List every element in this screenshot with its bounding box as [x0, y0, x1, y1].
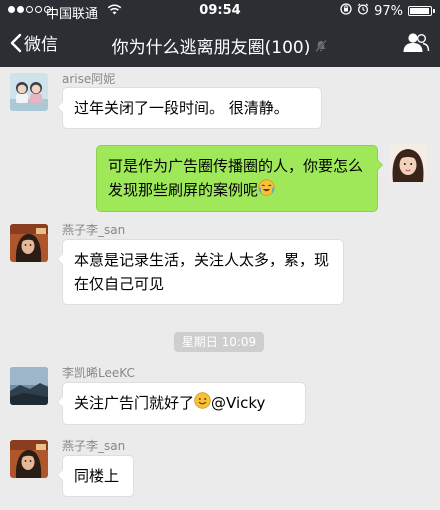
chat-area[interactable]: arise阿妮 过年关闭了一段时间。 很清静。 可是作为广告圈传播圈的人，你要怎…	[0, 67, 440, 510]
orientation-lock-icon	[340, 3, 352, 19]
status-bar: 中国联通 09:54 97%	[0, 0, 440, 22]
message-bubble[interactable]: 过年关闭了一段时间。 很清静。	[57, 87, 322, 129]
smile-emoji-icon	[194, 391, 211, 416]
message-text: 过年关闭了一段时间。 很清静。	[74, 99, 289, 117]
message-bubble[interactable]: 同楼上	[57, 455, 134, 497]
avatar[interactable]	[10, 224, 48, 262]
message-bubble-self[interactable]: 可是作为广告圈传播圈的人，你要怎么发现那些刷屏的案例呢	[96, 145, 383, 212]
time-separator: 星期日 10:09	[174, 332, 264, 352]
alarm-icon	[357, 3, 369, 19]
sender-name: 燕子李_san	[62, 223, 126, 237]
message-text: 同楼上	[74, 467, 120, 485]
message-text: 关注广告门就好了	[74, 394, 195, 412]
sender-name: 李凯晞LeeKC	[62, 366, 135, 380]
avatar[interactable]	[10, 73, 48, 111]
emoji-icon	[258, 178, 275, 203]
group-members-icon	[402, 33, 430, 58]
battery-percent: 97%	[374, 3, 403, 19]
mute-icon	[314, 38, 328, 58]
message-text: 本意是记录生活，关注人太多，累，现在仅自己可见	[74, 251, 330, 293]
message-text: 可是作为广告圈传播圈的人，你要怎么发现那些刷屏的案例呢	[108, 157, 364, 199]
avatar[interactable]	[10, 367, 48, 405]
avatar[interactable]	[10, 440, 48, 478]
sender-name: arise阿妮	[62, 72, 116, 86]
chat-title: 你为什么逃离朋友圈(100)	[111, 38, 311, 58]
mention-text[interactable]: @Vicky	[211, 394, 265, 412]
message-bubble[interactable]: 本意是记录生活，关注人太多，累，现在仅自己可见	[57, 239, 344, 305]
message-bubble[interactable]: 关注广告门就好了 @Vicky	[57, 382, 306, 425]
avatar-self[interactable]	[389, 144, 427, 182]
battery-icon	[408, 6, 435, 16]
navigation-bar: 微信 你为什么逃离朋友圈(100)	[0, 22, 440, 67]
group-info-button[interactable]	[402, 32, 430, 58]
sender-name: 燕子李_san	[62, 439, 126, 453]
